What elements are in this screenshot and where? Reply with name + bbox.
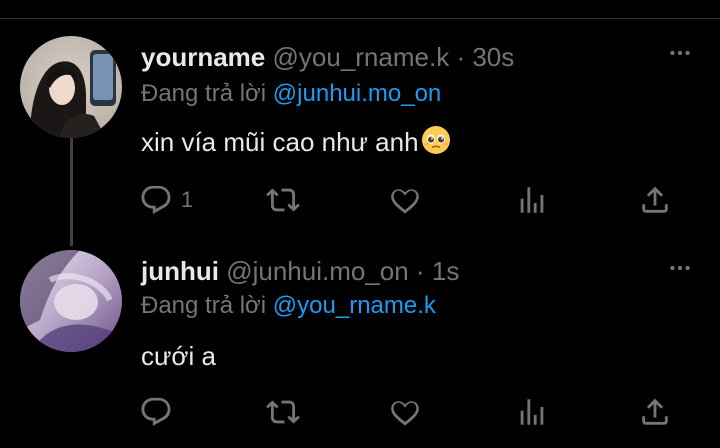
- reply-button[interactable]: [139, 394, 181, 430]
- heart-icon: [388, 395, 422, 429]
- timestamp[interactable]: 30s: [472, 42, 514, 72]
- reply-icon: [139, 395, 173, 429]
- pleading-face-icon: [421, 126, 450, 154]
- more-options-button[interactable]: [660, 253, 700, 283]
- tweet-actions: [139, 394, 679, 430]
- username[interactable]: @junhui.mo_on: [226, 256, 409, 286]
- share-button[interactable]: [638, 394, 672, 430]
- more-dots-icon: [667, 40, 693, 66]
- stats-button[interactable]: [515, 182, 549, 218]
- replying-label: Đang trả lời: [141, 80, 267, 107]
- like-button[interactable]: [388, 394, 422, 430]
- avatar[interactable]: [20, 36, 122, 138]
- username[interactable]: @you_rname.k: [273, 42, 450, 72]
- stats-button[interactable]: [515, 394, 549, 430]
- replying-label: Đang trả lời: [141, 292, 267, 319]
- replying-to-mention[interactable]: @you_rname.k: [273, 292, 436, 319]
- tweet-body: cưới a: [141, 341, 216, 371]
- share-icon: [638, 395, 672, 429]
- more-options-button[interactable]: [660, 38, 700, 68]
- share-icon: [638, 183, 672, 217]
- top-divider: [0, 18, 720, 19]
- tweet-header: yourname @you_rname.k · 30s: [141, 40, 514, 74]
- tweet-text: xin vía mũi cao như anh: [141, 124, 451, 160]
- like-button[interactable]: [388, 182, 422, 218]
- avatar[interactable]: [20, 250, 122, 352]
- tweet-header: junhui @junhui.mo_on · 1s: [141, 254, 459, 288]
- replying-to-mention[interactable]: @junhui.mo_on: [273, 80, 441, 107]
- reply-count: 1: [181, 187, 194, 212]
- retweet-button[interactable]: [266, 182, 300, 218]
- heart-icon: [388, 183, 422, 217]
- tweet-body: xin vía mũi cao như anh: [141, 127, 419, 157]
- display-name[interactable]: junhui: [141, 256, 219, 286]
- retweet-icon: [266, 183, 300, 217]
- tweet-actions: 1: [139, 182, 679, 218]
- bar-chart-icon: [515, 183, 549, 217]
- reply-icon: [139, 183, 173, 217]
- bar-chart-icon: [515, 395, 549, 429]
- thread-connector-line: [70, 138, 73, 246]
- replying-to-line: Đang trả lời @you_rname.k: [141, 290, 436, 322]
- separator-dot: ·: [415, 256, 425, 286]
- separator-dot: ·: [456, 42, 466, 72]
- retweet-button[interactable]: [266, 394, 300, 430]
- share-button[interactable]: [638, 182, 672, 218]
- display-name[interactable]: yourname: [141, 42, 265, 72]
- tweet-text: cưới a: [141, 338, 216, 374]
- reply-button[interactable]: 1: [139, 182, 193, 218]
- more-dots-icon: [667, 255, 693, 281]
- replying-to-line: Đang trả lời @junhui.mo_on: [141, 78, 441, 110]
- timestamp[interactable]: 1s: [432, 256, 459, 286]
- retweet-icon: [266, 395, 300, 429]
